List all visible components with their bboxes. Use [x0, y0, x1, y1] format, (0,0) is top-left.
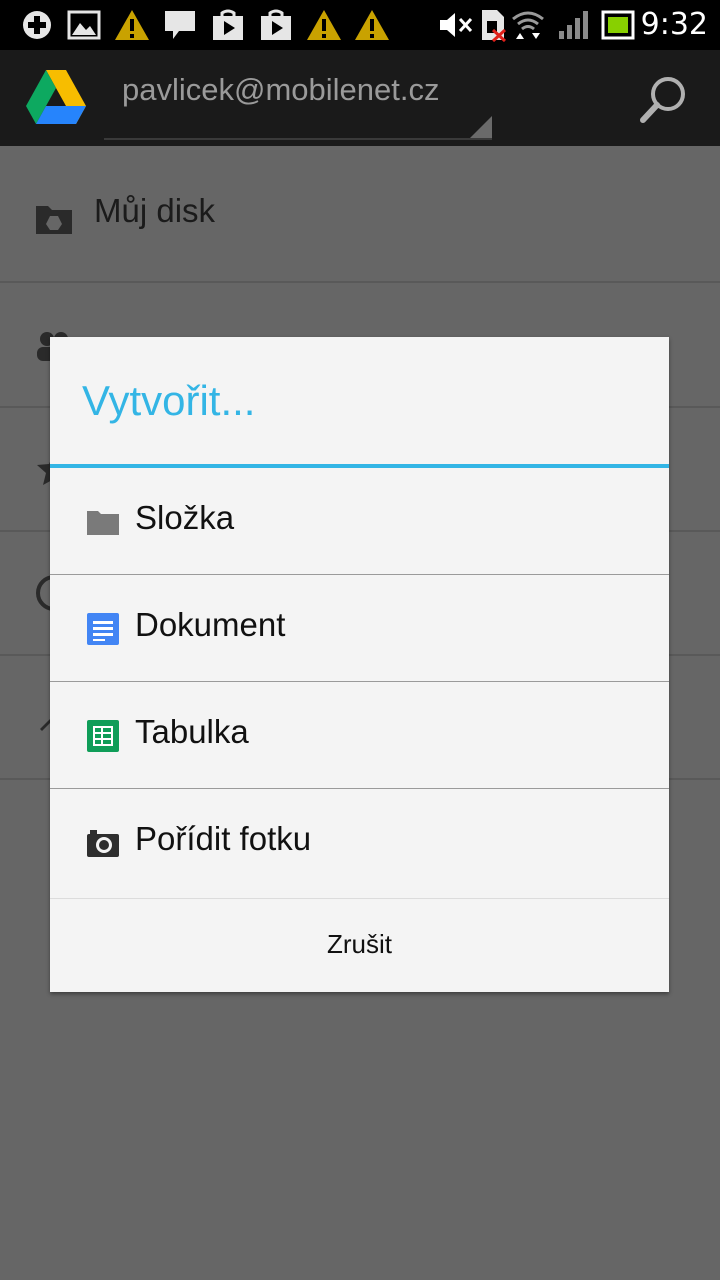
option-label: Tabulka	[135, 713, 249, 750]
cancel-button[interactable]: Zrušit	[50, 898, 669, 993]
play-store-icon	[258, 8, 294, 42]
nav-label: Můj disk	[94, 192, 216, 229]
option-label: Pořídit fotku	[135, 820, 312, 857]
status-bar: 9:32	[0, 0, 720, 50]
take-photo-option[interactable]: Pořídit fotku	[50, 789, 669, 897]
search-button[interactable]	[636, 72, 692, 128]
warning-icon	[114, 8, 150, 42]
search-icon	[640, 77, 685, 123]
create-folder-option[interactable]: Složka	[50, 468, 669, 575]
warning-icon	[306, 8, 342, 42]
account-spinner[interactable]: pavlicek@mobilenet.cz	[104, 50, 492, 140]
create-document-option[interactable]: Dokument	[50, 575, 669, 682]
status-time: 9:32	[640, 7, 708, 42]
add-icon	[20, 8, 54, 42]
account-email: pavlicek@mobilenet.cz	[122, 72, 440, 107]
battery-icon	[600, 8, 636, 42]
signal-icon	[556, 8, 590, 42]
document-icon	[87, 613, 119, 645]
create-spreadsheet-option[interactable]: Tabulka	[50, 682, 669, 789]
play-store-icon	[210, 8, 246, 42]
google-drive-logo[interactable]	[24, 68, 88, 128]
option-label: Dokument	[135, 606, 286, 643]
spreadsheet-icon	[87, 720, 119, 752]
image-icon	[66, 8, 102, 42]
folder-icon	[87, 511, 119, 535]
warning-icon	[354, 8, 390, 42]
nav-item-my-drive[interactable]: Můj disk	[0, 158, 720, 283]
camera-icon	[87, 830, 119, 857]
option-label: Složka	[135, 499, 235, 536]
wifi-icon	[510, 8, 546, 42]
action-bar: pavlicek@mobilenet.cz	[0, 50, 720, 146]
chat-icon	[162, 8, 198, 42]
drive-folder-icon	[36, 206, 72, 234]
dialog-title: Vytvořit...	[82, 377, 256, 424]
no-sim-icon	[478, 8, 508, 42]
mute-icon	[438, 8, 474, 42]
dropdown-caret-icon	[470, 116, 492, 138]
create-dialog: Vytvořit... Složka Dokument Tabulka Poří…	[50, 337, 669, 992]
cancel-label: Zrušit	[327, 929, 392, 959]
